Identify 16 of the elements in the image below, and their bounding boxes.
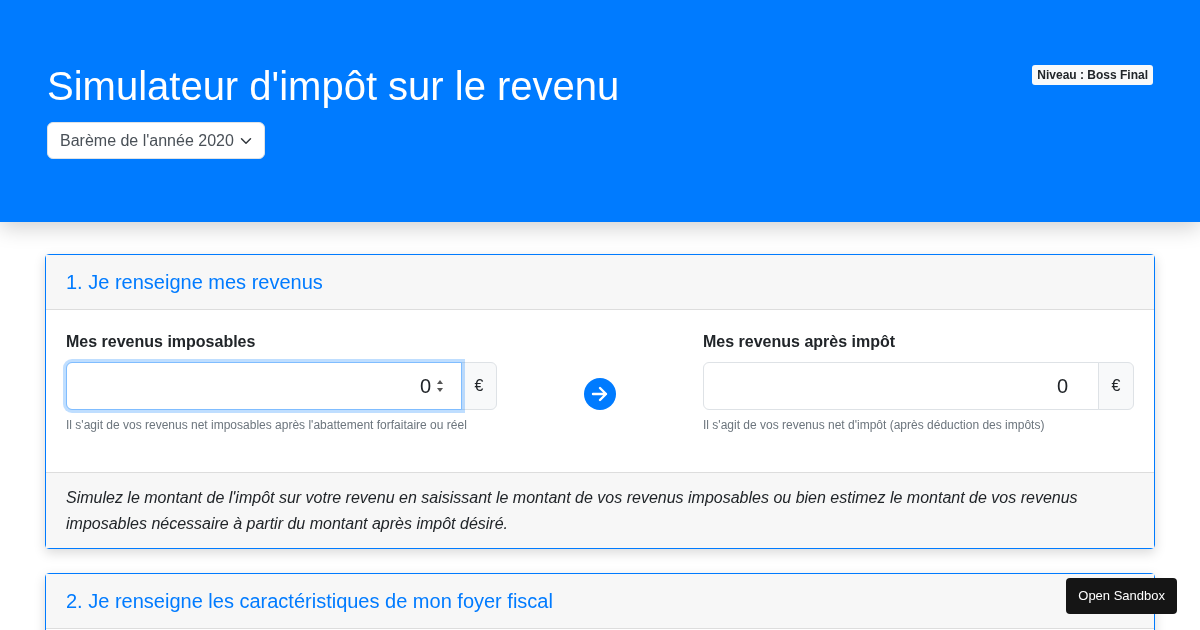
help-text: Il s'agit de vos revenus net d'impôt (après déduction des impôts) xyxy=(703,417,1046,434)
field-label: Mes revenus après impôt xyxy=(703,332,897,352)
amount-input[interactable]: 0 xyxy=(66,362,462,410)
card-title: 1. Je renseigne mes revenus xyxy=(46,255,1154,310)
level-badge: Niveau : Boss Final xyxy=(1032,65,1153,85)
currency-unit: € xyxy=(461,362,497,410)
page-title: Simulateur d'impôt sur le revenu xyxy=(47,64,620,108)
help-text: Il s'agit de vos revenus net imposables après l'abattement forfaitaire ou réel xyxy=(66,417,468,434)
spinner-icon[interactable] xyxy=(435,378,445,394)
year-select[interactable]: Barème de l'année 2020 xyxy=(47,122,265,159)
currency-unit: € xyxy=(1098,362,1134,410)
amount-input[interactable]: 0 xyxy=(703,362,1099,410)
field-label: Mes revenus imposables xyxy=(66,332,257,352)
card-footer-text: Simulez le montant de l'impôt sur votre revenu en saisissant le montant de vos revenus imposables ou bien estimez le montant de vos revenus imposables nécessaire à partir du montant après impôt désiré. xyxy=(46,472,1154,549)
open-sandbox-button[interactable]: Open Sandbox xyxy=(1066,578,1177,614)
arrow-right-icon[interactable] xyxy=(584,378,616,410)
